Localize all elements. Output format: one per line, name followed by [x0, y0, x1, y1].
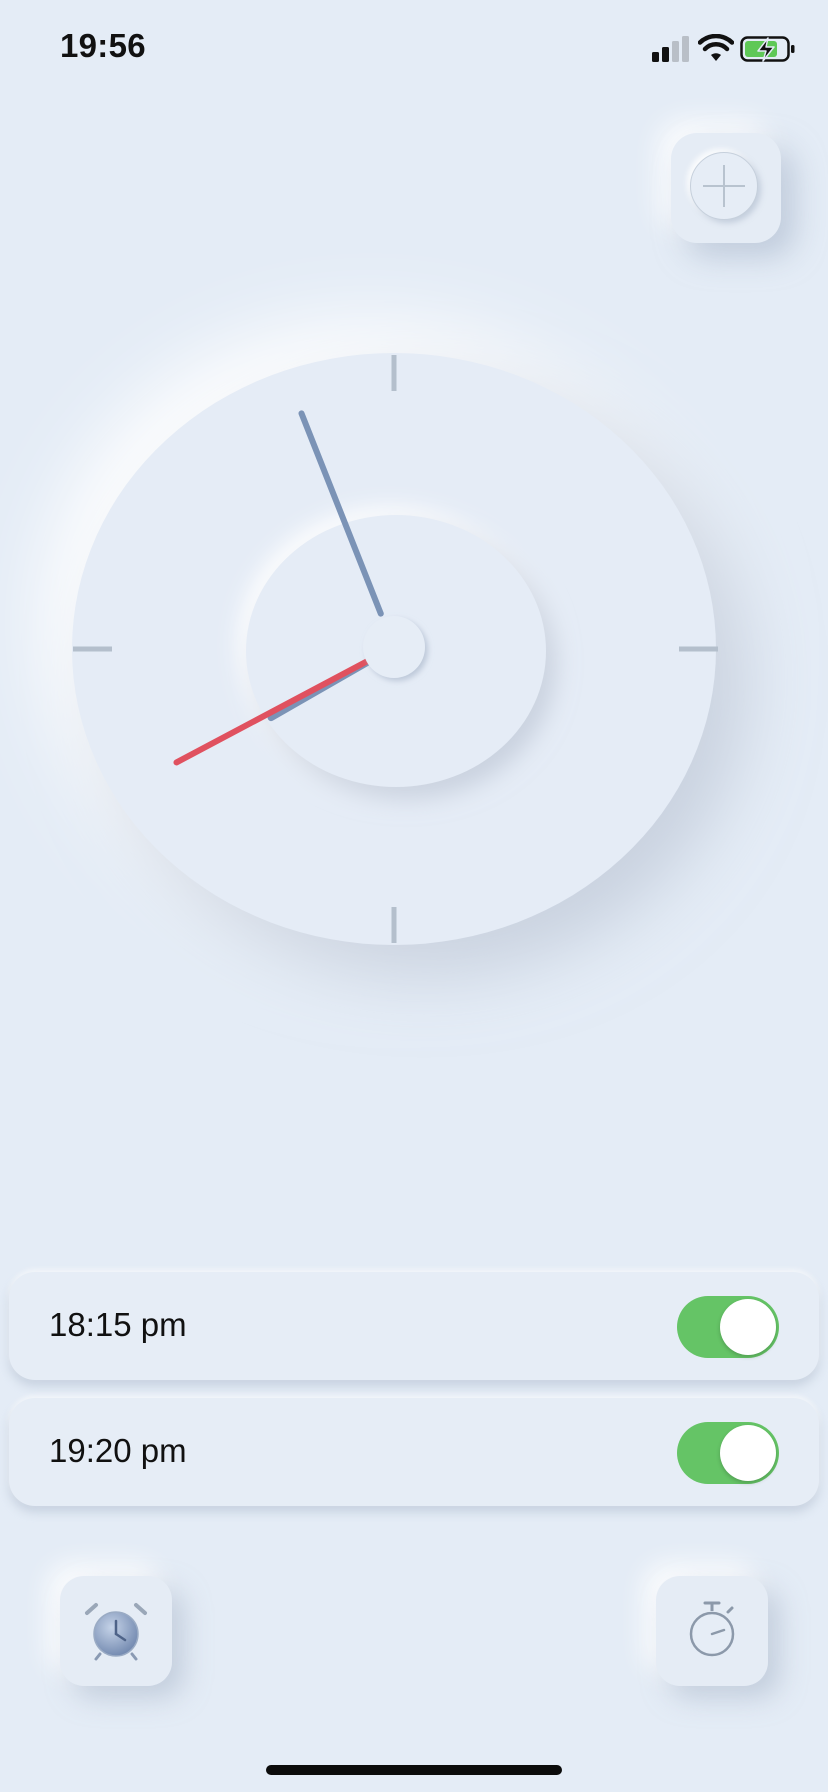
- alarm-clock-icon: [85, 1603, 147, 1661]
- signal-icon: [652, 36, 689, 62]
- add-button-circle: [690, 152, 758, 220]
- stopwatch-icon: [689, 1601, 735, 1657]
- toggle-knob: [720, 1299, 776, 1355]
- plus-icon: [703, 165, 745, 207]
- clock-center-hub: [363, 616, 425, 678]
- home-indicator[interactable]: [266, 1765, 562, 1775]
- alarm-row[interactable]: 18:15 pm: [9, 1272, 819, 1380]
- analog-clock: [72, 353, 718, 945]
- toggle-knob: [720, 1425, 776, 1481]
- alarm-time-label: 18:15 pm: [49, 1306, 187, 1343]
- wifi-icon: [698, 34, 734, 61]
- alarm-time-label: 19:20 pm: [49, 1432, 187, 1469]
- alarm-row[interactable]: 19:20 pm: [9, 1398, 819, 1506]
- add-alarm-button[interactable]: [671, 133, 781, 243]
- status-time: 19:56: [60, 27, 146, 64]
- alarm-toggle[interactable]: [677, 1422, 779, 1484]
- battery-charging-icon: [740, 36, 795, 62]
- stopwatch-tab-button[interactable]: [656, 1576, 768, 1686]
- alarm-tab-button[interactable]: [60, 1576, 172, 1686]
- alarm-toggle[interactable]: [677, 1296, 779, 1358]
